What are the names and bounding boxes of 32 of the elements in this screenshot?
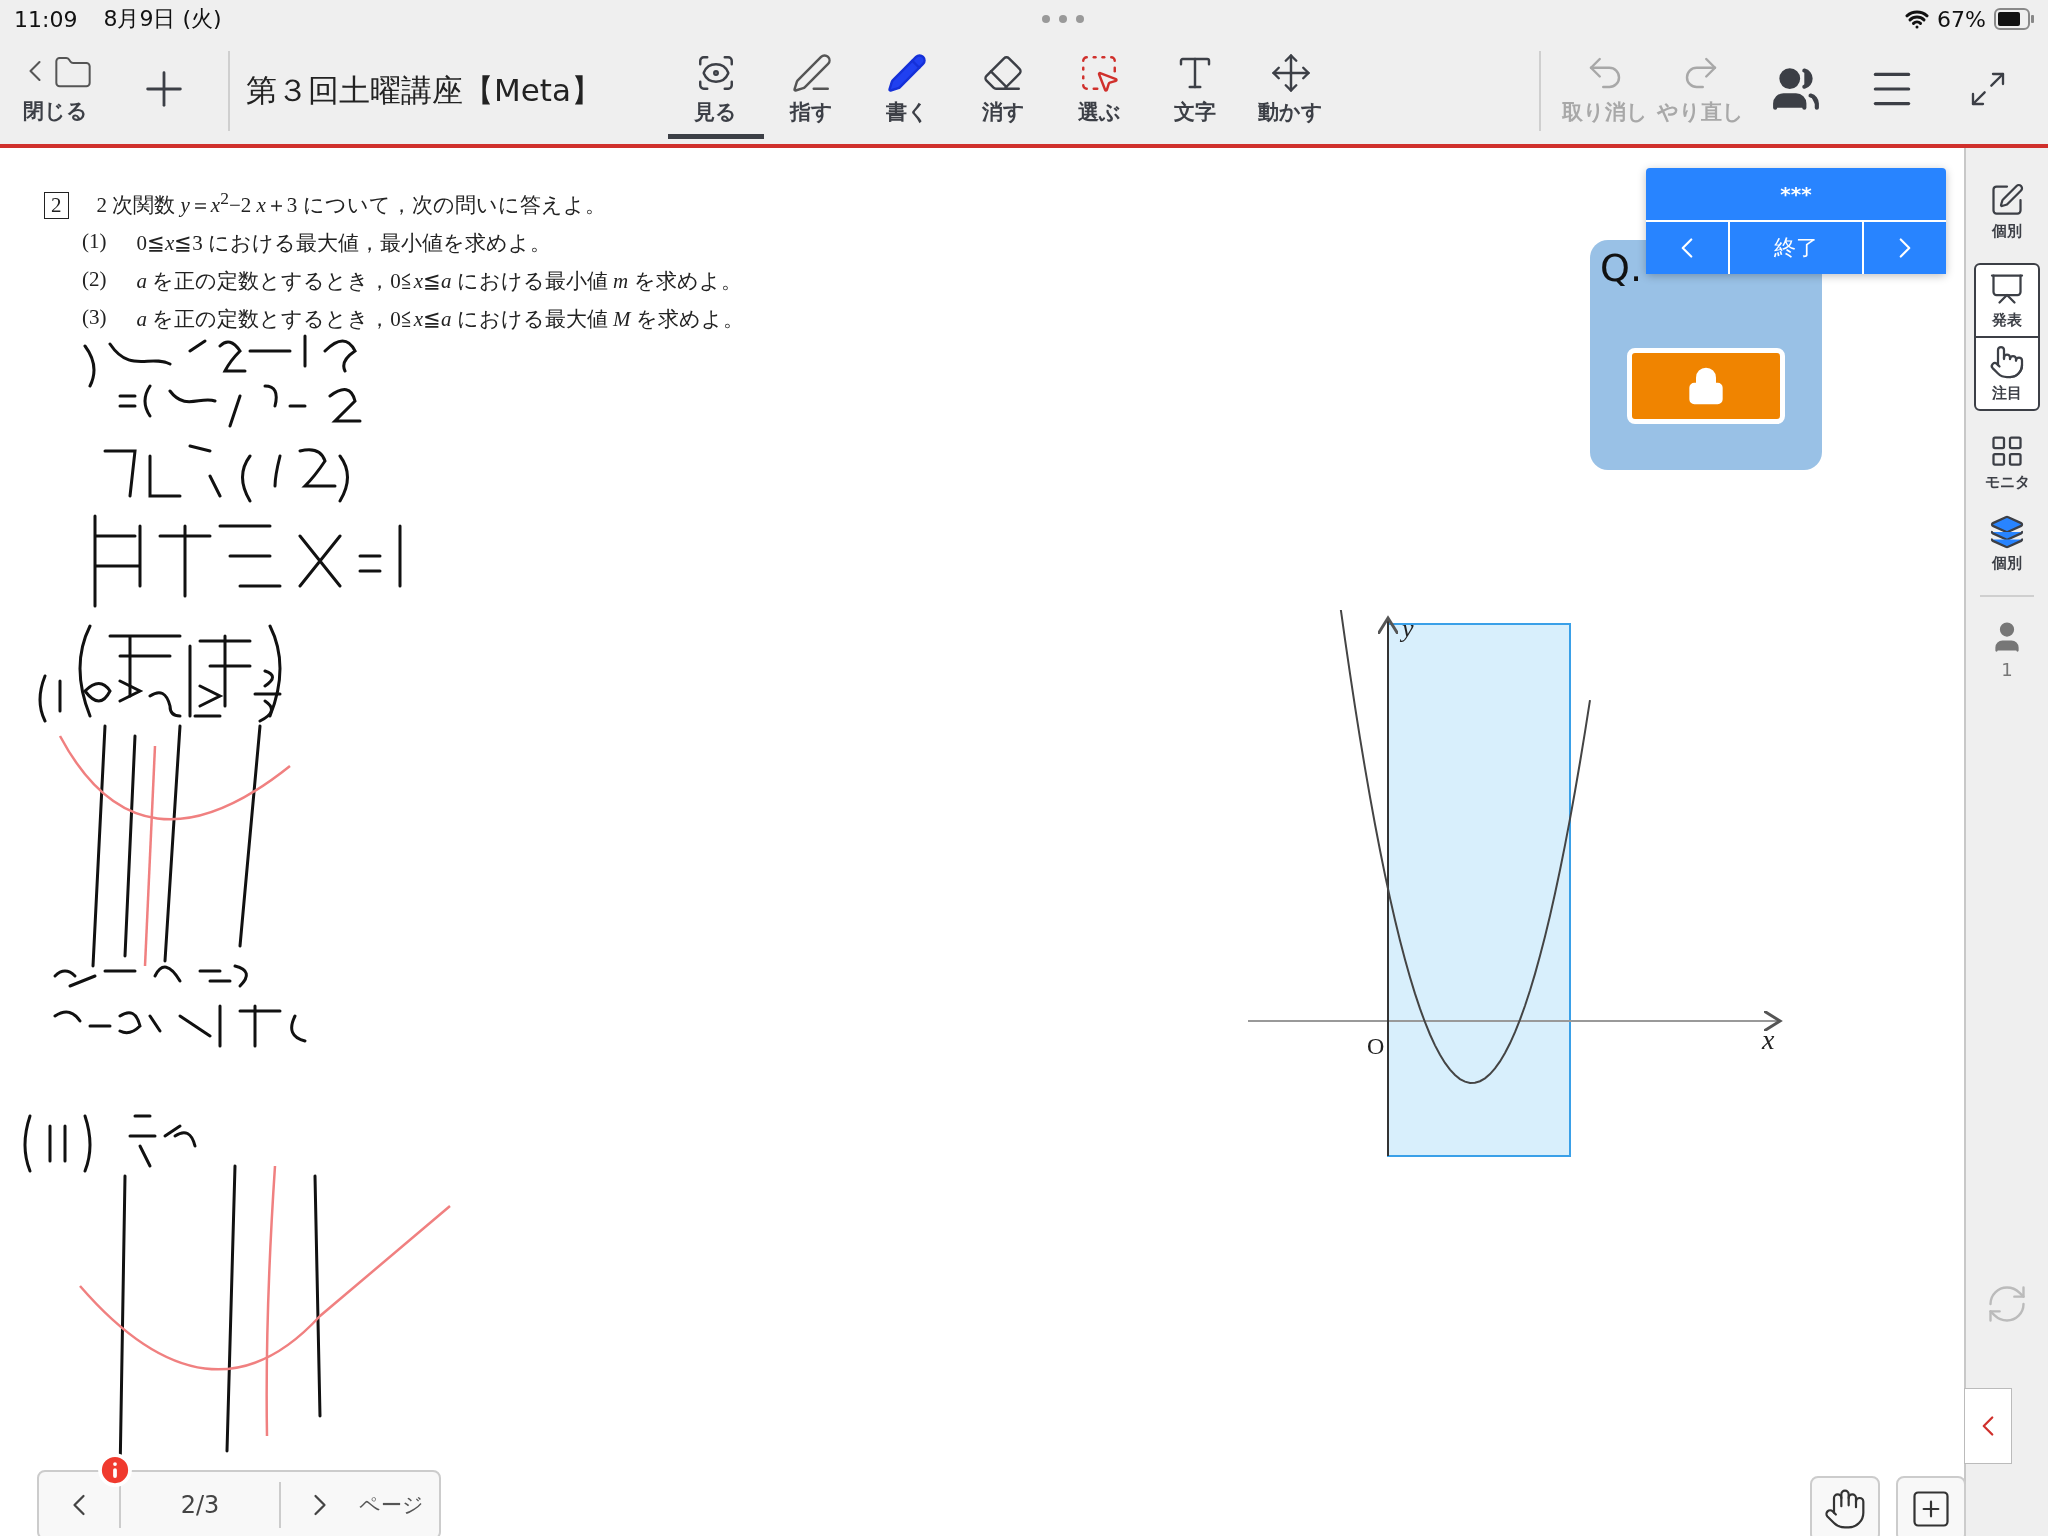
y-axis-label: y	[1402, 614, 1414, 644]
status-time: 11:09	[14, 6, 78, 32]
question-text: a を正の定数とするとき，0≦x≦a における最小値 m を求めよ。	[136, 268, 742, 295]
tool-button[interactable]: 文字	[1147, 43, 1243, 139]
tool-button[interactable]: 書く	[859, 43, 956, 139]
sidebar-button[interactable]: 1	[1989, 619, 2025, 680]
tool-button[interactable]: 見る	[667, 43, 764, 139]
sidebar-button[interactable]: モニタ	[1984, 433, 2030, 492]
question-number: (3)	[82, 305, 107, 331]
question-label: Q.	[1600, 246, 1642, 290]
page-label: ページ	[359, 1492, 424, 1519]
sidebar-button[interactable]: 注目	[1976, 338, 2038, 409]
sidebar-button[interactable]: 個別	[1989, 514, 2025, 573]
tool-button[interactable]: 消す	[955, 43, 1052, 139]
sidebar-button[interactable]: 発表	[1976, 265, 2038, 338]
tool-button[interactable]: 動かす	[1242, 43, 1339, 139]
tool-button[interactable]: 選ぶ	[1051, 43, 1148, 139]
question-text: a を正の定数とするとき，0≦x≦a における最大値 M を求めよ。	[136, 306, 744, 333]
problem-number: 2	[44, 192, 69, 219]
question-text: 0≦x≦3 における最大値，最小値を求めよ。	[136, 230, 552, 257]
document-title: 第３回土曜講座【Meta】	[246, 71, 604, 110]
battery-percent: 67%	[1937, 6, 1986, 32]
problem-statement: 2 次関数 y＝x$^{2}$−2 x＋3 について，次の問いに答えよ。	[96, 188, 606, 219]
sidebar-button[interactable]: 個別	[1989, 182, 2025, 241]
close-button[interactable]: 閉じる	[12, 43, 99, 139]
status-date: 8月9日 (火)	[103, 5, 222, 33]
question-number: (1)	[82, 229, 107, 255]
origin-label: O	[1367, 1033, 1385, 1060]
question-number: (2)	[82, 267, 107, 293]
tool-button[interactable]: 指す	[763, 43, 860, 139]
x-axis-label: x	[1762, 1024, 1775, 1056]
finish-button[interactable]: 終了	[1728, 222, 1862, 274]
